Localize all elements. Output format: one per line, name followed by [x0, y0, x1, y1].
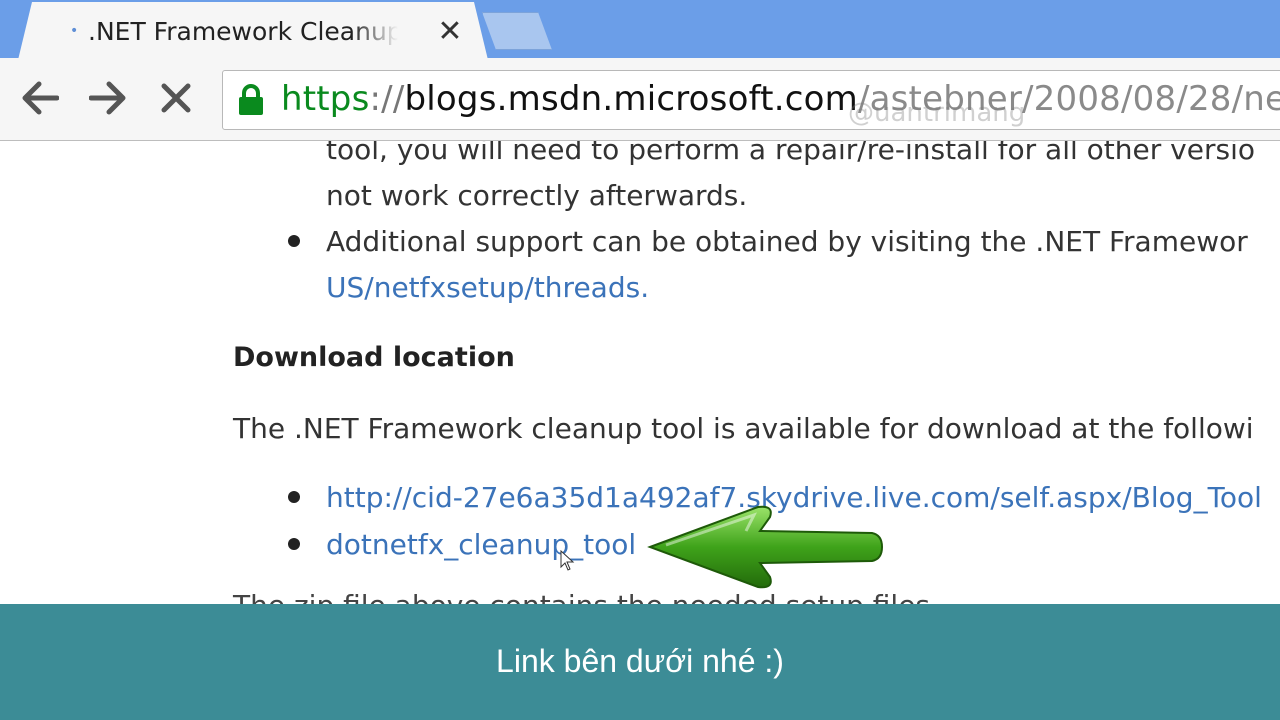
bullet-marker: [288, 538, 300, 550]
stop-button[interactable]: [154, 76, 198, 120]
intro-text: The .NET Framework cleanup tool is avail…: [233, 412, 1254, 445]
support-link[interactable]: US/netfxsetup/threads.: [326, 271, 649, 304]
arrow-right-icon: [89, 81, 126, 115]
paragraph-line: tool, you will need to perform a repair/…: [326, 141, 1255, 166]
bullet-marker: [288, 491, 300, 503]
page-content: tool, you will need to perform a repair/…: [0, 141, 1280, 604]
green-arrow-icon: [647, 505, 884, 589]
mouse-cursor-icon: [560, 550, 575, 571]
arrow-left-icon: [22, 81, 59, 115]
tab-strip: • .NET Framework Cleanup ✕: [0, 0, 1280, 60]
url-host: blogs.msdn.microsoft.com: [404, 79, 858, 119]
tab-close-icon[interactable]: ✕: [430, 14, 470, 50]
forward-button[interactable]: [86, 76, 130, 120]
watermark: @uantrimang: [848, 98, 1026, 128]
tab-title: .NET Framework Cleanup: [88, 16, 398, 46]
back-button[interactable]: [18, 76, 62, 120]
bullet-marker: [288, 235, 300, 247]
tab-content[interactable]: • .NET Framework Cleanup ✕: [70, 10, 470, 52]
new-tab-button[interactable]: [482, 12, 552, 50]
support-text: Additional support can be obtained by vi…: [326, 225, 1248, 258]
url-text: https://blogs.msdn.microsoft.com/astebne…: [281, 79, 1280, 119]
caption-text: Link bên dưới nhé :): [496, 642, 784, 679]
cleanup-tool-link[interactable]: dotnetfx_cleanup_tool: [326, 528, 636, 561]
loading-icon: •: [70, 23, 79, 39]
address-bar[interactable]: https://blogs.msdn.microsoft.com/astebne…: [222, 70, 1280, 130]
url-separator: ://: [369, 79, 405, 119]
cut-off-paragraph: The zip file above contains the needed s…: [233, 589, 957, 604]
lock-icon: [239, 84, 263, 115]
close-icon: [161, 83, 191, 113]
browser-toolbar: https://blogs.msdn.microsoft.com/astebne…: [0, 58, 1280, 141]
url-scheme: https: [281, 79, 370, 119]
caption-bar: Link bên dưới nhé :): [0, 604, 1280, 720]
section-heading: Download location: [233, 342, 515, 373]
paragraph-line: not work correctly afterwards.: [326, 179, 748, 212]
